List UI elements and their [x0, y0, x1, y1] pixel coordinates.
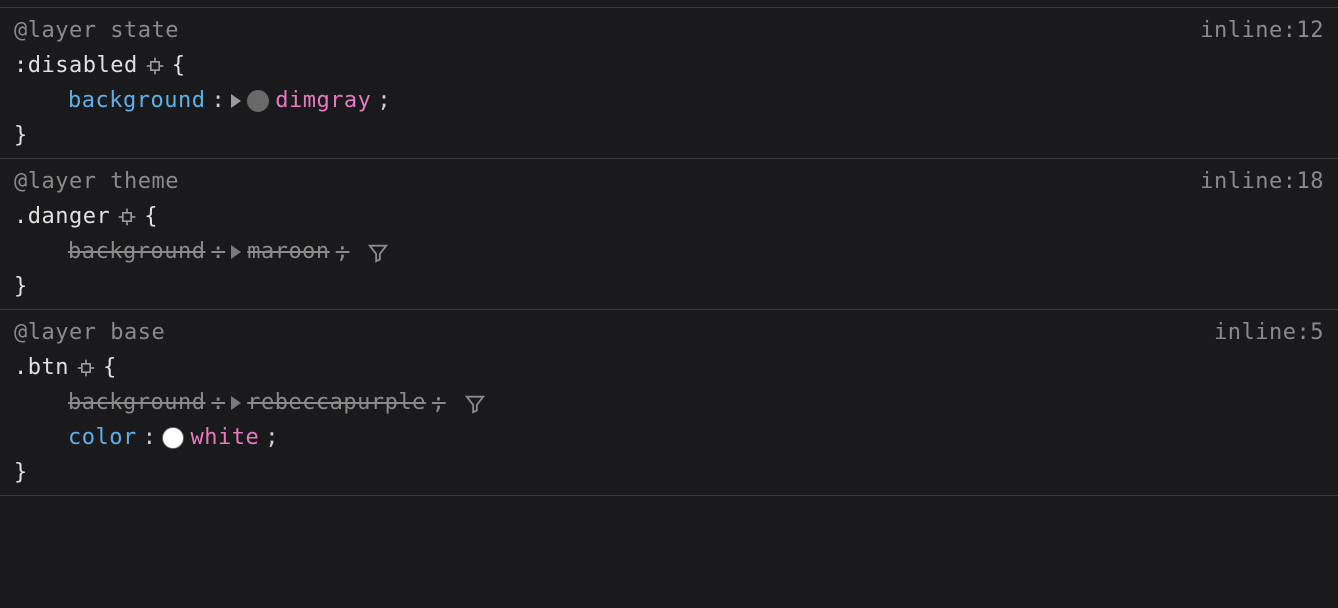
declaration-row[interactable]: background: maroon;: [14, 235, 1338, 268]
rule-header: @layer base inline:5: [14, 316, 1338, 349]
property-value[interactable]: white: [190, 421, 259, 454]
selector-row: .btn {: [14, 351, 1338, 384]
filter-icon[interactable]: [367, 241, 389, 263]
colon: :: [211, 235, 225, 268]
semicolon: ;: [265, 421, 279, 454]
expand-value-icon[interactable]: [231, 94, 241, 108]
css-rule-block: @layer theme inline:18 .danger {background:…: [0, 159, 1338, 310]
rule-header: @layer theme inline:18: [14, 165, 1338, 198]
declaration-row[interactable]: background: rebeccapurple;: [14, 386, 1338, 419]
close-brace: }: [14, 119, 1338, 152]
property-value[interactable]: dimgray: [275, 84, 371, 117]
selector-row: :disabled {: [14, 49, 1338, 82]
property-name[interactable]: background: [68, 84, 205, 117]
css-rule-block: @layer state inline:12 :disabled {backgroun…: [0, 8, 1338, 159]
semicolon: ;: [432, 386, 446, 419]
colon: :: [211, 386, 225, 419]
property-value[interactable]: maroon: [247, 235, 329, 268]
property-value[interactable]: rebeccapurple: [247, 386, 426, 419]
css-rule-block: @layer base inline:5 .btn {background: rebec…: [0, 310, 1338, 496]
close-brace: }: [14, 270, 1338, 303]
declaration-row[interactable]: color: white;: [14, 421, 1338, 454]
open-brace: {: [172, 49, 186, 82]
open-brace: {: [103, 351, 117, 384]
expand-value-icon[interactable]: [231, 396, 241, 410]
styles-rules-list: @layer stateinline:12:disabled{backgroun…: [0, 8, 1338, 496]
selector-target-icon[interactable]: [144, 55, 166, 77]
source-link[interactable]: inline:5: [1214, 316, 1324, 349]
layer-label: @layer theme: [14, 165, 179, 198]
selector-row: .danger {: [14, 200, 1338, 233]
selector[interactable]: :disabled: [14, 49, 138, 82]
colon: :: [143, 421, 157, 454]
color-swatch[interactable]: [162, 427, 184, 449]
property-name[interactable]: color: [68, 421, 137, 454]
filter-icon[interactable]: [464, 392, 486, 414]
selector[interactable]: .btn: [14, 351, 69, 384]
color-swatch[interactable]: [247, 90, 269, 112]
expand-value-icon[interactable]: [231, 245, 241, 259]
source-link[interactable]: inline:12: [1200, 14, 1324, 47]
semicolon: ;: [336, 235, 350, 268]
close-brace: }: [14, 456, 1338, 489]
rule-header: @layer state inline:12: [14, 14, 1338, 47]
open-brace: {: [144, 200, 158, 233]
panel-top-divider: [0, 0, 1338, 8]
source-link[interactable]: inline:18: [1200, 165, 1324, 198]
semicolon: ;: [377, 84, 391, 117]
selector[interactable]: .danger: [14, 200, 110, 233]
declaration-row[interactable]: background: dimgray;: [14, 84, 1338, 117]
selector-target-icon[interactable]: [116, 206, 138, 228]
selector-target-icon[interactable]: [75, 357, 97, 379]
property-name[interactable]: background: [68, 386, 205, 419]
layer-label: @layer base: [14, 316, 165, 349]
layer-label: @layer state: [14, 14, 179, 47]
property-name[interactable]: background: [68, 235, 205, 268]
colon: :: [211, 84, 225, 117]
